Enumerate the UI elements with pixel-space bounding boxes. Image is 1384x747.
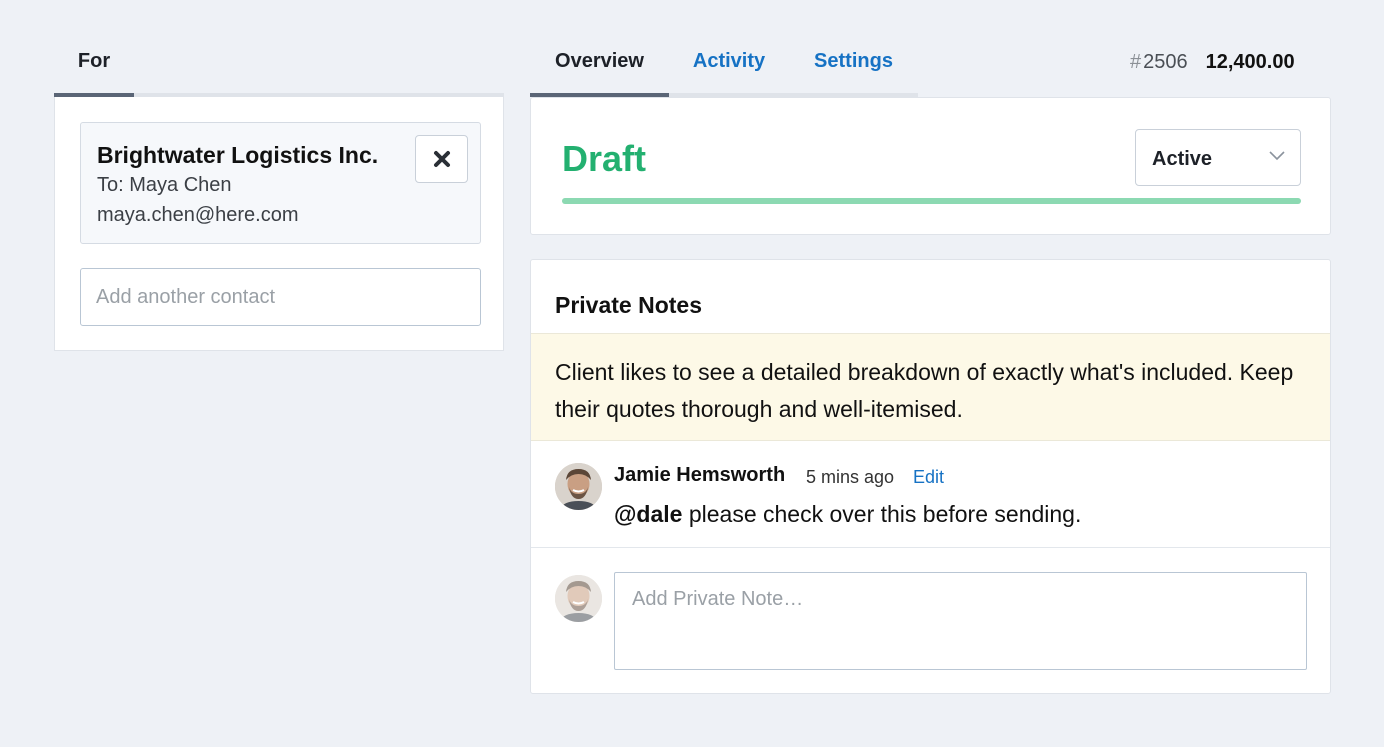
page: For Brightwater Logistics Inc. To: Maya …: [0, 0, 1384, 747]
avatar: [555, 575, 602, 622]
close-icon: [433, 151, 450, 167]
private-notes-panel: Private Notes Client likes to see a deta…: [530, 259, 1331, 694]
quote-hash: #: [1130, 51, 1142, 73]
tab-for-label: For: [77, 50, 111, 72]
contact-panel: Brightwater Logistics Inc. To: Maya Chen…: [54, 97, 504, 351]
contact-company: Brightwater Logistics Inc.: [97, 142, 379, 168]
avatar-image: [555, 575, 602, 622]
chevron-down-icon: [1269, 151, 1285, 161]
status-select-value: Active: [1152, 148, 1213, 170]
tab-overview[interactable]: Overview: [530, 42, 669, 97]
add-private-note-input[interactable]: [614, 572, 1307, 670]
main-tab-bar: Overview Activity Settings: [530, 42, 918, 97]
quote-meta: # 2506 12,400.00: [1130, 51, 1295, 74]
tab-for[interactable]: For: [54, 42, 134, 97]
side-strip: [0, 0, 28, 747]
contact-card: Brightwater Logistics Inc. To: Maya Chen…: [80, 122, 481, 244]
tab-overview-label: Overview: [555, 50, 644, 72]
note-item: Jamie Hemsworth 5 mins ago Edit @dale pl…: [531, 441, 1330, 548]
tab-activity-label: Activity: [692, 50, 766, 72]
status-progress-bar: [562, 198, 1301, 204]
quote-number: 2506: [1143, 51, 1188, 73]
tab-activity[interactable]: Activity: [669, 42, 789, 97]
status-panel: Draft Active: [530, 97, 1331, 235]
note-body: @dale please check over this before send…: [614, 501, 1081, 528]
status-select[interactable]: Active: [1135, 129, 1301, 186]
note-text: please check over this before sending.: [682, 501, 1082, 527]
note-timestamp: 5 mins ago: [806, 467, 895, 487]
remove-contact-button[interactable]: [415, 135, 468, 183]
avatar: [555, 463, 602, 510]
note-mention[interactable]: @dale: [614, 501, 682, 527]
status-label: Draft: [562, 138, 647, 179]
notes-title: Private Notes: [555, 292, 703, 318]
contact-email: maya.chen@here.com: [97, 204, 299, 226]
avatar-image: [555, 463, 602, 510]
left-tab-bar: For: [54, 42, 504, 97]
contact-recipient: To: Maya Chen: [97, 174, 232, 196]
add-contact-input[interactable]: [80, 268, 481, 326]
note-author: Jamie Hemsworth: [614, 464, 786, 486]
tab-settings-label: Settings: [814, 50, 893, 72]
status-progress-fill: [562, 198, 1301, 204]
pinned-note: Client likes to see a detailed breakdown…: [531, 333, 1330, 441]
quote-total: 12,400.00: [1205, 51, 1295, 73]
note-edit-link[interactable]: Edit: [913, 467, 944, 488]
tab-settings[interactable]: Settings: [789, 42, 918, 97]
